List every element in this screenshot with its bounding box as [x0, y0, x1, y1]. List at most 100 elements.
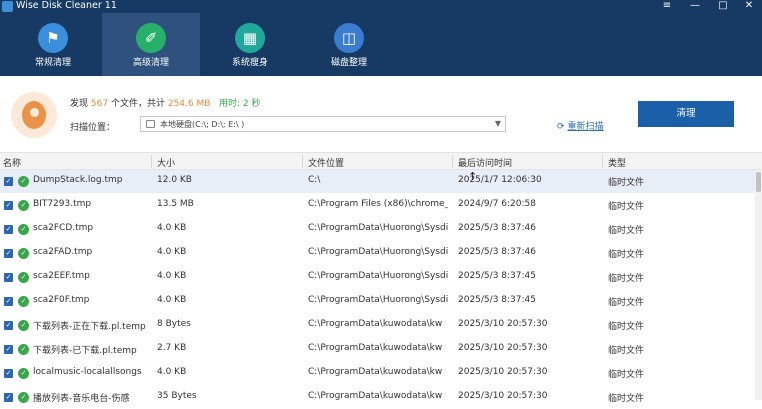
column-divider[interactable] [452, 155, 453, 168]
scan-location-select[interactable]: 本地硬盘(C:\; D:\; E:\ ) ▼ [140, 116, 506, 132]
rescan-link[interactable]: ⟳ 重新扫描 [557, 119, 604, 132]
cell-size: 4.0 KB [157, 295, 187, 305]
nav-label: 高级清理 [132, 58, 169, 68]
chevron-down-icon: ▼ [494, 119, 501, 128]
nav-item-system-slim[interactable]: ▦ 系统瘦身 [201, 13, 299, 76]
close-icon[interactable]: ✕ [736, 0, 762, 12]
nav-item-regular-clean[interactable]: ⚑ 常规清理 [4, 13, 102, 76]
cell-size: 4.0 KB [157, 271, 187, 281]
cell-type: 临时文件 [608, 298, 645, 308]
cell-location: C:\ProgramData\Huorong\Sysdi [308, 295, 448, 305]
nav-label: 常规清理 [34, 58, 71, 68]
cell-name: 播放列表-音乐电台-伤感 [33, 394, 130, 404]
cell-location: C:\Program Files (x86)\chrome_ [308, 199, 448, 209]
cell-type: 临时文件 [608, 202, 645, 212]
drive-icon [146, 120, 155, 128]
clean-button[interactable]: 清理 [638, 101, 734, 127]
safe-check-icon: ✓ [18, 392, 29, 403]
row-checkbox[interactable]: ✓ [4, 345, 13, 354]
row-checkbox[interactable]: ✓ [4, 297, 13, 306]
cell-type: 临时文件 [608, 370, 645, 380]
refresh-icon: ⟳ [557, 122, 565, 132]
cell-name: sca2EEF.tmp [33, 271, 90, 281]
cell-name: BIT7293.tmp [33, 199, 92, 209]
table-row[interactable]: ✓ ✓ 下载列表-已下载.pl.temp 2.7 KB C:\ProgramData\k… [0, 338, 755, 361]
window-title: Wise Disk Cleaner 11 [16, 0, 117, 11]
cell-type: 临时文件 [608, 178, 645, 188]
table-row[interactable]: ✓ ✓ BIT7293.tmp 13.5 MB C:\Program Files (x8… [0, 194, 755, 217]
row-checkbox[interactable]: ✓ [4, 273, 13, 282]
row-checkbox[interactable]: ✓ [4, 393, 13, 402]
table-row[interactable]: ✓ ✓ sca2FCD.tmp 4.0 KB C:\ProgramData\Huoron… [0, 218, 755, 241]
cell-location: C:\ProgramData\Huorong\Sysdi [308, 223, 448, 233]
table-row[interactable]: ✓ ✓ DumpStack.log.tmp 12.0 KB C:\ 2025/1/7 12… [0, 170, 755, 193]
column-header-name[interactable]: 名称 [3, 156, 21, 169]
scan-location-value: 本地硬盘(C:\; D:\; E:\ ) [160, 120, 245, 129]
column-divider[interactable] [151, 155, 152, 168]
table-row[interactable]: ✓ ✓ sca2F0F.tmp 4.0 KB C:\ProgramData\Huoron… [0, 290, 755, 313]
nav-label: 磁盘整理 [330, 58, 367, 68]
mouse-cursor-icon: ↑ [468, 170, 478, 183]
cell-type: 临时文件 [608, 394, 645, 404]
table-row[interactable]: ✓ ✓ sca2EEF.tmp 4.0 KB C:\ProgramData\Huoron… [0, 266, 755, 289]
cell-size: 4.0 KB [157, 247, 187, 257]
cell-last-access: 2025/5/3 8:37:46 [458, 247, 536, 257]
table-row[interactable]: ✓ ✓ 下载列表-正在下载.pl.temp 8 Bytes C:\ProgramData… [0, 314, 755, 337]
cell-location: C:\ProgramData\Huorong\Sysdi [308, 247, 448, 257]
rescan-label: 重新扫描 [567, 122, 604, 132]
column-divider[interactable] [602, 155, 603, 168]
cell-type: 临时文件 [608, 226, 645, 236]
top-navigation: ⚑ 常规清理 ✐ 高级清理 ▦ 系统瘦身 ◫ 磁盘整理 [0, 13, 762, 76]
safe-check-icon: ✓ [18, 176, 29, 187]
minimize-icon[interactable]: — [682, 0, 708, 12]
vertical-scrollbar[interactable] [755, 170, 762, 400]
table-row[interactable]: ✓ ✓ localmusic-localallsongs 4.0 KB C:\Progr… [0, 362, 755, 385]
cell-type: 临时文件 [608, 346, 645, 356]
column-header-last-access[interactable]: 最后访问时间 [458, 156, 512, 169]
cell-type: 临时文件 [608, 274, 645, 284]
cell-type: 临时文件 [608, 322, 645, 332]
column-header-size[interactable]: 大小 [157, 156, 175, 169]
cell-last-access: 2025/3/10 20:57:30 [458, 367, 548, 377]
cell-location: C:\ProgramData\Huorong\Sysdi [308, 271, 448, 281]
table-header: 名称 大小 文件位置 最后访问时间 类型 [0, 152, 762, 170]
row-checkbox[interactable]: ✓ [4, 249, 13, 258]
nav-label: 系统瘦身 [231, 58, 268, 68]
scrollbar-thumb[interactable] [756, 172, 761, 192]
cell-name: sca2F0F.tmp [33, 295, 90, 305]
cell-name: 下载列表-正在下载.pl.temp [33, 322, 146, 332]
safe-check-icon: ✓ [18, 368, 29, 379]
app-logo-icon [2, 1, 13, 12]
cell-size: 8 Bytes [157, 319, 191, 329]
column-header-location[interactable]: 文件位置 [308, 156, 344, 169]
disk-scan-icon [11, 92, 57, 138]
safe-check-icon: ✓ [18, 320, 29, 331]
row-checkbox[interactable]: ✓ [4, 201, 13, 210]
safe-check-icon: ✓ [18, 248, 29, 259]
nav-item-advanced-clean[interactable]: ✐ 高级清理 [102, 13, 200, 76]
cell-size: 13.5 MB [157, 199, 194, 209]
cell-last-access: 2025/5/3 8:37:46 [458, 223, 536, 233]
scan-summary: 发现 567 个文件，共计 254.6 MB 用时: 2 秒 扫描位置： 本地硬… [0, 76, 762, 152]
file-unit: 个文件，共计 [110, 99, 165, 109]
table-row[interactable]: ✓ ✓ sca2FAD.tmp 4.0 KB C:\ProgramData\Huoron… [0, 242, 755, 265]
elapsed-time: 用时: 2 秒 [219, 99, 261, 109]
cell-type: 临时文件 [608, 250, 645, 260]
nav-item-disk-defrag[interactable]: ◫ 磁盘整理 [300, 13, 398, 76]
title-bar: Wise Disk Cleaner 11 ≡ — □ ✕ [0, 0, 762, 13]
cell-last-access: 2025/3/10 20:57:30 [458, 343, 548, 353]
windows-icon: ▦ [235, 23, 265, 53]
row-checkbox[interactable]: ✓ [4, 321, 13, 330]
column-header-type[interactable]: 类型 [608, 156, 626, 169]
row-checkbox[interactable]: ✓ [4, 369, 13, 378]
cell-name: sca2FCD.tmp [33, 223, 94, 233]
safe-check-icon: ✓ [18, 224, 29, 235]
column-divider[interactable] [302, 155, 303, 168]
table-row[interactable]: ✓ ✓ 播放列表-音乐电台-伤感 35 Bytes C:\ProgramData\kuw… [0, 386, 755, 409]
maximize-icon[interactable]: □ [710, 0, 736, 12]
row-checkbox[interactable]: ✓ [4, 225, 13, 234]
row-checkbox[interactable]: ✓ [4, 177, 13, 186]
safe-check-icon: ✓ [18, 296, 29, 307]
cell-location: C:\ProgramData\kuwodata\kw [308, 343, 443, 353]
menu-icon[interactable]: ≡ [654, 0, 680, 12]
